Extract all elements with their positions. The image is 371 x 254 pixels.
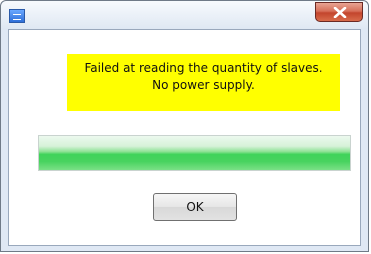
dialog-content: Failed at reading the quantity of slaves… [8,29,361,246]
ok-button[interactable]: OK [153,193,237,221]
error-message-line-1: Failed at reading the quantity of slaves… [84,61,323,75]
progress-fill [39,136,350,170]
error-message-line-2: No power supply. [152,78,255,92]
title-bar[interactable] [1,1,368,29]
progress-bar [38,135,351,171]
app-icon [9,9,25,23]
close-button[interactable] [315,2,363,22]
dialog-window: Failed at reading the quantity of slaves… [0,0,369,252]
error-message-box: Failed at reading the quantity of slaves… [67,54,340,111]
close-icon [333,7,347,18]
